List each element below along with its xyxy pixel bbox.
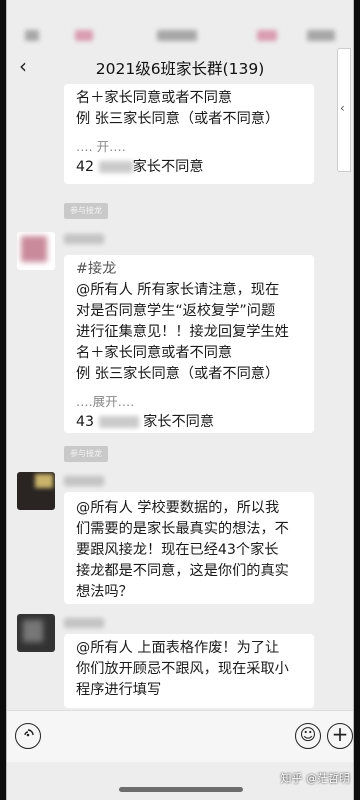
message-line: 们需要的是家长最真实的想法，不 [76, 521, 289, 537]
message-bubble-top: 名＋家长同意或者不同意 例 张三家长同意（或者不同意） ‥‥ 开‥‥ 42 家长… [64, 84, 314, 184]
message-line: 要跟风接龙！现在已经43个家长 [76, 542, 279, 558]
avatar[interactable] [17, 232, 55, 270]
avatar[interactable] [17, 472, 55, 510]
jielong-tag[interactable]: 参与接龙 [64, 446, 108, 462]
message-line: 接龙都是不同意，这是你们的真实 [76, 563, 289, 579]
sender-name [64, 234, 104, 244]
watermark: 知乎 @茫哲明 [280, 772, 351, 785]
hashtag-label[interactable]: #接龙 [76, 259, 306, 280]
message-line: @所有人 上面表格作废！为了让 [76, 640, 280, 656]
message-line: 进行征集意见！！接龙回复学生姓 [76, 324, 289, 340]
message-line: 对是否同意学生“返校复学”问题 [76, 303, 276, 319]
reply-number: 42 [76, 159, 95, 175]
message-line: @所有人 所有家长请注意，现在 [76, 282, 280, 298]
expand-link[interactable]: ‥‥展开‥‥ [76, 391, 306, 412]
message-line: 程序进行填写 [76, 682, 162, 698]
chat-header: ‹ 2021级6班家长群(139) [7, 46, 353, 88]
message-bubble-2: @所有人 上面表格作废！为了让 你们放开顾忌不跟风，现在采取小 程序进行填写 [64, 634, 314, 708]
input-bar: ☺ + [7, 710, 353, 762]
sender-name [64, 476, 104, 486]
voice-icon[interactable] [15, 723, 41, 749]
message-line: 例 张三家长同意（或者不同意） [76, 366, 280, 382]
status-bar [7, 0, 353, 46]
reply-text: 家长不同意 [132, 159, 204, 175]
message-bubble-jielong: #接龙 @所有人 所有家长请注意，现在 对是否同意学生“返校复学”问题 进行征集… [64, 255, 314, 433]
expand-link[interactable]: ‥‥ 开‥‥ [76, 136, 306, 157]
jielong-tag[interactable]: 参与接龙 [64, 203, 108, 219]
reply-text: 家长不同意 [143, 414, 215, 430]
avatar[interactable] [17, 614, 55, 652]
home-indicator [119, 787, 243, 792]
reply-line: 42 家长不同意 [76, 157, 306, 178]
chat-screen: ‹ 2021级6班家长群(139) ‹ 名＋家长同意或者不同意 例 张三家长同意… [6, 0, 354, 800]
reply-number: 43 [76, 414, 95, 430]
reply-line: 43 家长不同意 [76, 412, 306, 433]
message-line: 名＋家长同意或者不同意 [76, 90, 233, 106]
sender-name [64, 618, 104, 628]
message-bubble-1: @所有人 学校要数据的，所以我 们需要的是家长最真实的想法，不 要跟风接龙！现在… [64, 492, 314, 604]
message-line: @所有人 学校要数据的，所以我 [76, 500, 280, 516]
chevron-left-icon: ‹ [340, 101, 345, 115]
message-line: 你们放开顾忌不跟风，现在采取小 [76, 661, 289, 677]
group-title: 2021级6班家长群(139) [95, 60, 265, 78]
message-line: 名＋家长同意或者不同意 [76, 345, 233, 361]
message-line: 想法吗？ [76, 584, 133, 600]
message-line: 例 张三家长同意（或者不同意） [76, 111, 280, 127]
side-collapse-tab[interactable]: ‹ [337, 48, 351, 172]
plus-icon[interactable]: + [327, 723, 353, 749]
emoji-icon[interactable]: ☺ [295, 723, 321, 749]
